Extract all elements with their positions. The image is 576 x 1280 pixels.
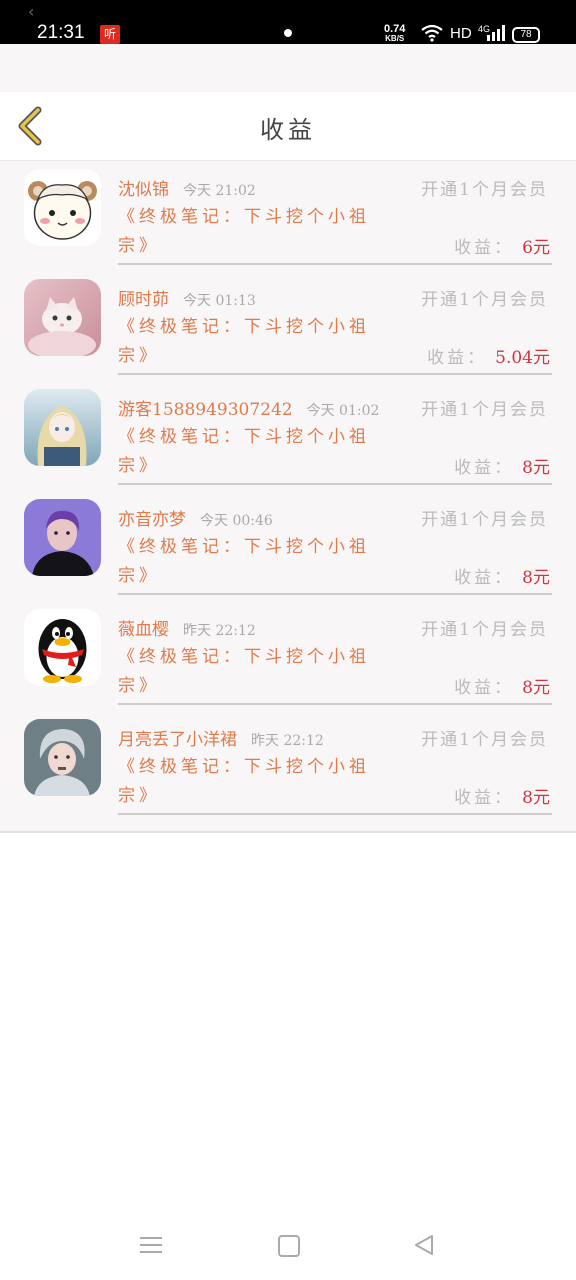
earning-label: 收益： — [454, 568, 515, 588]
top-spacer — [0, 44, 576, 92]
book-title: 《终极笔记：下斗挖个小祖宗》 — [118, 317, 370, 366]
divider — [118, 703, 552, 705]
list-item[interactable]: 顾时茆 今天 01:13 开通1个月会员 《终极笔记：下斗挖个小祖宗》 收益： 5.… — [0, 271, 576, 381]
header: 收益 — [0, 92, 576, 161]
username: 薇血樱 昨天 22:12 — [118, 615, 256, 640]
clock: 21:31 — [37, 22, 85, 43]
action-label: 开通1个月会员 — [421, 180, 548, 200]
earning: 收益： 6元 — [454, 233, 550, 258]
book-title: 《终极笔记：下斗挖个小祖宗》 — [118, 647, 370, 696]
earning: 收益： 8元 — [454, 673, 550, 698]
earnings-list: 沈似锦 今天 21:02 开通1个月会员 《终极笔记：下斗挖个小祖宗》 收益： 6元… — [0, 161, 576, 833]
list-item[interactable]: 薇血樱 昨天 22:12 开通1个月会员 《终极笔记：下斗挖个小祖宗》 收益： 8元 — [0, 601, 576, 711]
username-text: 月亮丢了小洋裙 — [118, 730, 237, 750]
earning: 收益： 8元 — [454, 783, 550, 808]
earning-amount: 8元 — [522, 458, 550, 478]
earning-label: 收益： — [454, 458, 515, 478]
earning: 收益： 5.04元 — [427, 343, 550, 368]
net-speed: 0.74 KB/S — [384, 24, 405, 44]
timestamp: 今天 21:02 — [183, 183, 256, 199]
list-item[interactable]: 亦音亦梦 今天 00:46 开通1个月会员 《终极笔记：下斗挖个小祖宗》 收益： 8… — [0, 491, 576, 601]
avatar — [24, 609, 101, 686]
book-title: 《终极笔记：下斗挖个小祖宗》 — [118, 207, 370, 256]
divider — [118, 593, 552, 595]
action-label: 开通1个月会员 — [421, 400, 548, 420]
list-item[interactable]: 沈似锦 今天 21:02 开通1个月会员 《终极笔记：下斗挖个小祖宗》 收益： 6元 — [0, 161, 576, 271]
list-item[interactable]: 游客15889493072​42 今天 01:02 开通1个月会员 《终极笔记：下… — [0, 381, 576, 491]
earning-amount: 5.04元 — [495, 348, 550, 368]
avatar — [24, 719, 101, 796]
net-speed-unit: KB/S — [385, 34, 405, 43]
divider — [118, 263, 552, 265]
menu-icon[interactable] — [140, 1236, 162, 1254]
avatar — [24, 169, 101, 246]
username-text: 顾时茆 — [118, 290, 169, 310]
username: 顾时茆 今天 01:13 — [118, 285, 256, 310]
back-triangle-icon[interactable] — [414, 1234, 434, 1256]
username-text: 亦音亦梦 — [118, 510, 186, 530]
username-text: 游客15889493072​42 — [118, 400, 293, 420]
action-label: 开通1个月会员 — [421, 290, 548, 310]
battery-icon: 78 — [512, 27, 540, 43]
status-bar: ‹ 21:31 听 0.74 KB/S HD 4G 78 — [0, 0, 576, 44]
timestamp: 今天 01:13 — [183, 293, 256, 309]
action-label: 开通1个月会员 — [421, 510, 548, 530]
timestamp: 昨天 22:12 — [251, 733, 324, 749]
earning-label: 收益： — [454, 788, 515, 808]
divider — [118, 483, 552, 485]
notification-dot-icon — [284, 29, 292, 37]
username: 亦音亦梦 今天 00:46 — [118, 505, 273, 530]
avatar — [24, 279, 101, 356]
wifi-icon — [421, 24, 443, 42]
home-icon[interactable] — [278, 1235, 300, 1257]
username-text: 沈似锦 — [118, 180, 169, 200]
earning: 收益： 8元 — [454, 563, 550, 588]
earning-amount: 8元 — [522, 678, 550, 698]
divider — [118, 373, 552, 375]
action-label: 开通1个月会员 — [421, 730, 548, 750]
signal-icon — [487, 25, 505, 41]
ting-app-icon: 听 — [100, 25, 120, 44]
earning-amount: 6元 — [522, 238, 550, 258]
earning: 收益： 8元 — [454, 453, 550, 478]
book-title: 《终极笔记：下斗挖个小祖宗》 — [118, 537, 370, 586]
hd-indicator: HD — [450, 25, 472, 42]
earning-amount: 8元 — [522, 788, 550, 808]
timestamp: 昨天 22:12 — [183, 623, 256, 639]
action-label: 开通1个月会员 — [421, 620, 548, 640]
username: 游客15889493072​42 今天 01:02 — [118, 395, 379, 420]
page-title: 收益 — [260, 116, 316, 144]
earning-label: 收益： — [454, 678, 515, 698]
book-title: 《终极笔记：下斗挖个小祖宗》 — [118, 757, 370, 806]
username: 沈似锦 今天 21:02 — [118, 175, 256, 200]
timestamp: 今天 00:46 — [200, 513, 273, 529]
system-nav-bar — [0, 1210, 576, 1280]
divider — [118, 813, 552, 815]
list-item[interactable]: 月亮丢了小洋裙 昨天 22:12 开通1个月会员 《终极笔记：下斗挖个小祖宗》 收… — [0, 711, 576, 821]
earning-label: 收益： — [427, 348, 488, 368]
earning-label: 收益： — [454, 238, 515, 258]
avatar — [24, 389, 101, 466]
username: 月亮丢了小洋裙 昨天 22:12 — [118, 725, 324, 750]
book-title: 《终极笔记：下斗挖个小祖宗》 — [118, 427, 370, 476]
chevron-left-icon: ‹ — [28, 2, 35, 21]
earning-amount: 8元 — [522, 568, 550, 588]
username-text: 薇血樱 — [118, 620, 169, 640]
timestamp: 今天 01:02 — [306, 403, 380, 419]
avatar — [24, 499, 101, 576]
